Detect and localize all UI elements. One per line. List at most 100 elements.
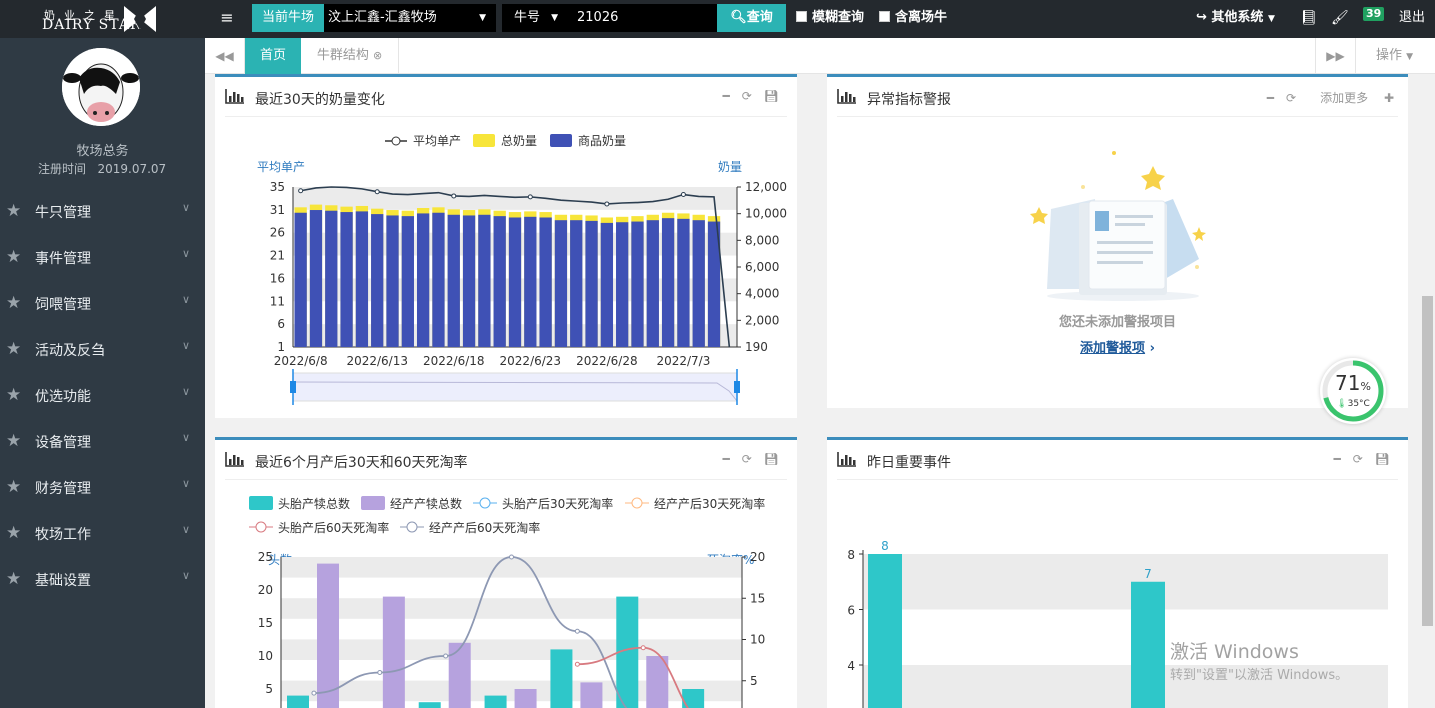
refresh-icon[interactable]: ⟳ <box>1286 91 1296 105</box>
logo-mark-icon <box>124 6 156 32</box>
cow-number-input[interactable]: 21026 <box>566 4 717 32</box>
tab-home[interactable]: 首页 <box>245 38 301 74</box>
page-scrollbar[interactable] <box>1420 74 1435 708</box>
event-bar-label: 8 <box>881 539 889 553</box>
legend-label: 经产产犊总数 <box>390 496 462 511</box>
bar-commercial-milk <box>570 220 583 347</box>
include-left-checkbox[interactable]: 含离场牛 <box>879 10 947 28</box>
sidebar-item-basic-settings[interactable]: ★ 基础设置 ∨ <box>0 556 205 602</box>
legend-line-marker <box>406 521 418 533</box>
gauge-temperature: 🌡︎35°C <box>1320 399 1386 409</box>
x-tick-label: 2022/6/13 <box>346 354 408 368</box>
sidebar-item-activity[interactable]: ★ 活动及反刍 ∨ <box>0 326 205 372</box>
refresh-icon[interactable]: ⟳ <box>742 452 752 466</box>
collapse-icon[interactable]: ━ <box>1333 452 1340 466</box>
logo: 奶业之星 DAIRY STAR <box>0 0 205 38</box>
collapse-icon[interactable]: ━ <box>722 452 729 466</box>
legend-swatch <box>473 134 495 147</box>
panel-header: 昨日重要事件 ━ ⟳ 💾︎ <box>837 440 1398 480</box>
star-icon: ★ <box>6 293 22 313</box>
y-tick-label-left: 1 <box>277 340 285 354</box>
checkbox-box[interactable] <box>879 11 890 22</box>
legend-label: 经产产后60天死淘率 <box>429 520 540 535</box>
refresh-icon[interactable]: ⟳ <box>1353 452 1363 466</box>
y-tick-label-left: 15 <box>258 616 273 630</box>
other-systems-menu[interactable]: ↪ 其他系统 ▼ <box>1196 10 1275 27</box>
sidebar-item-feeding[interactable]: ★ 饲喂管理 ∨ <box>0 280 205 326</box>
save-icon[interactable]: 💾︎ <box>764 89 779 103</box>
fuzzy-search-label: 模糊查询 <box>812 10 865 25</box>
y-tick-label-right: 4,000 <box>745 287 779 301</box>
collapse-icon[interactable]: ━ <box>1267 91 1274 105</box>
checkbox-box[interactable] <box>796 11 807 22</box>
legend-line-marker <box>391 136 401 146</box>
sidebar-item-finance[interactable]: ★ 财务管理 ∨ <box>0 464 205 510</box>
bar-commercial-milk <box>631 221 644 347</box>
bar-commercial-milk <box>447 214 460 347</box>
legend-line-marker <box>631 497 643 509</box>
bar-commercial-milk <box>386 215 399 347</box>
tab-scroll-left-icon[interactable]: ◀◀ <box>205 38 245 74</box>
logout-link[interactable]: 退出 <box>1399 10 1425 26</box>
sidebar-item-label: 牛只管理 <box>35 205 91 221</box>
y-tick-label-right: 20 <box>750 550 765 564</box>
bar-multi-parity-calvings <box>448 642 471 708</box>
tab-herd-structure[interactable]: 牛群结构 ⊗ <box>301 38 399 74</box>
event-bar-label: 7 <box>1144 567 1152 581</box>
register-date: 注册时间 2019.07.07 <box>38 160 166 177</box>
legend-swatch <box>361 496 385 510</box>
tab-label: 牛群结构 <box>316 48 369 63</box>
cow-field-select[interactable]: 牛号 ▼ <box>502 4 566 32</box>
brush-icon[interactable]: 🖌︎ <box>1331 9 1349 27</box>
milk-panel: 最近30天的奶量变化 ━ ⟳ 💾︎ 平均单产 总奶量 商品奶量 平均单产 奶量 35 31 26 2… <box>215 74 797 418</box>
bar-first-parity-calvings <box>418 702 441 708</box>
sidebar-item-events[interactable]: ★ 事件管理 ∨ <box>0 234 205 280</box>
legend-label: 头胎产后30天死淘率 <box>502 496 613 511</box>
farm-select[interactable]: 汶上汇鑫-汇鑫牧场 ▼ <box>324 4 496 32</box>
tab-operations-menu[interactable]: 操作 ▼ <box>1355 38 1435 74</box>
panel-tools: ━ ⟳ 添加更多 ✚ <box>1255 89 1394 106</box>
book-icon[interactable]: 📘︎ <box>1300 9 1318 27</box>
cull-rate-panel: 最近6个月产后30天和60天死淘率 ━ ⟳ 💾︎ 头胎产犊总数 经产产犊总数 头胎产后3… <box>215 437 797 708</box>
close-icon[interactable]: ⊗ <box>373 49 382 62</box>
star-icon: ★ <box>6 523 22 543</box>
save-icon[interactable]: 💾︎ <box>764 452 779 466</box>
avatar <box>62 48 140 126</box>
share-icon: ↪ <box>1196 10 1212 25</box>
sidebar-item-label: 活动及反刍 <box>35 343 105 359</box>
sidebar-item-cattle[interactable]: ★ 牛只管理 ∨ <box>0 188 205 234</box>
add-alarm-link[interactable]: 添加警报项 › <box>827 337 1408 356</box>
y-tick-label-right: 6,000 <box>745 260 779 274</box>
y-tick-label-right: 10 <box>750 633 765 647</box>
sidebar-item-devices[interactable]: ★ 设备管理 ∨ <box>0 418 205 464</box>
save-icon[interactable]: 💾︎ <box>1375 452 1390 466</box>
bar-commercial-milk <box>539 217 552 347</box>
star-icon: ★ <box>6 431 22 451</box>
x-tick-label: 2022/6/28 <box>576 354 638 368</box>
menu-toggle-icon[interactable]: ≡ <box>218 8 236 28</box>
performance-gauge[interactable]: 71% 🌡︎35°C <box>1320 358 1386 424</box>
line-multi-parity-60d-point <box>509 554 514 560</box>
sidebar-item-featured[interactable]: ★ 优选功能 ∨ <box>0 372 205 418</box>
fuzzy-search-checkbox[interactable]: 模糊查询 <box>796 10 864 28</box>
zoom-handle-right-grip <box>734 381 740 393</box>
gauge-temp-value: 35°C <box>1347 399 1370 409</box>
add-more-link[interactable]: 添加更多 ✚ <box>1308 91 1394 105</box>
gauge-unit: % <box>1360 380 1371 393</box>
sidebar-item-farm-work[interactable]: ★ 牧场工作 ∨ <box>0 510 205 556</box>
search-button-label: 查询 <box>746 10 773 25</box>
grid-band <box>281 557 742 578</box>
search-button[interactable]: 🔍︎查询 <box>717 4 786 32</box>
collapse-icon[interactable]: ━ <box>722 89 729 103</box>
bar-commercial-milk <box>462 215 476 347</box>
tab-scroll-right-icon[interactable]: ▶▶ <box>1315 38 1355 74</box>
scrollbar-thumb[interactable] <box>1422 296 1433 626</box>
bar-commercial-milk <box>294 212 307 347</box>
star-icon: ★ <box>6 569 22 589</box>
notification-badge[interactable]: 39 <box>1363 7 1385 21</box>
bar-commercial-milk <box>355 211 369 347</box>
line-first-parity-60d-point <box>574 661 580 667</box>
legend-label: 商品奶量 <box>578 133 626 148</box>
refresh-icon[interactable]: ⟳ <box>742 89 752 103</box>
y-tick-label-right: 2,000 <box>745 313 779 327</box>
